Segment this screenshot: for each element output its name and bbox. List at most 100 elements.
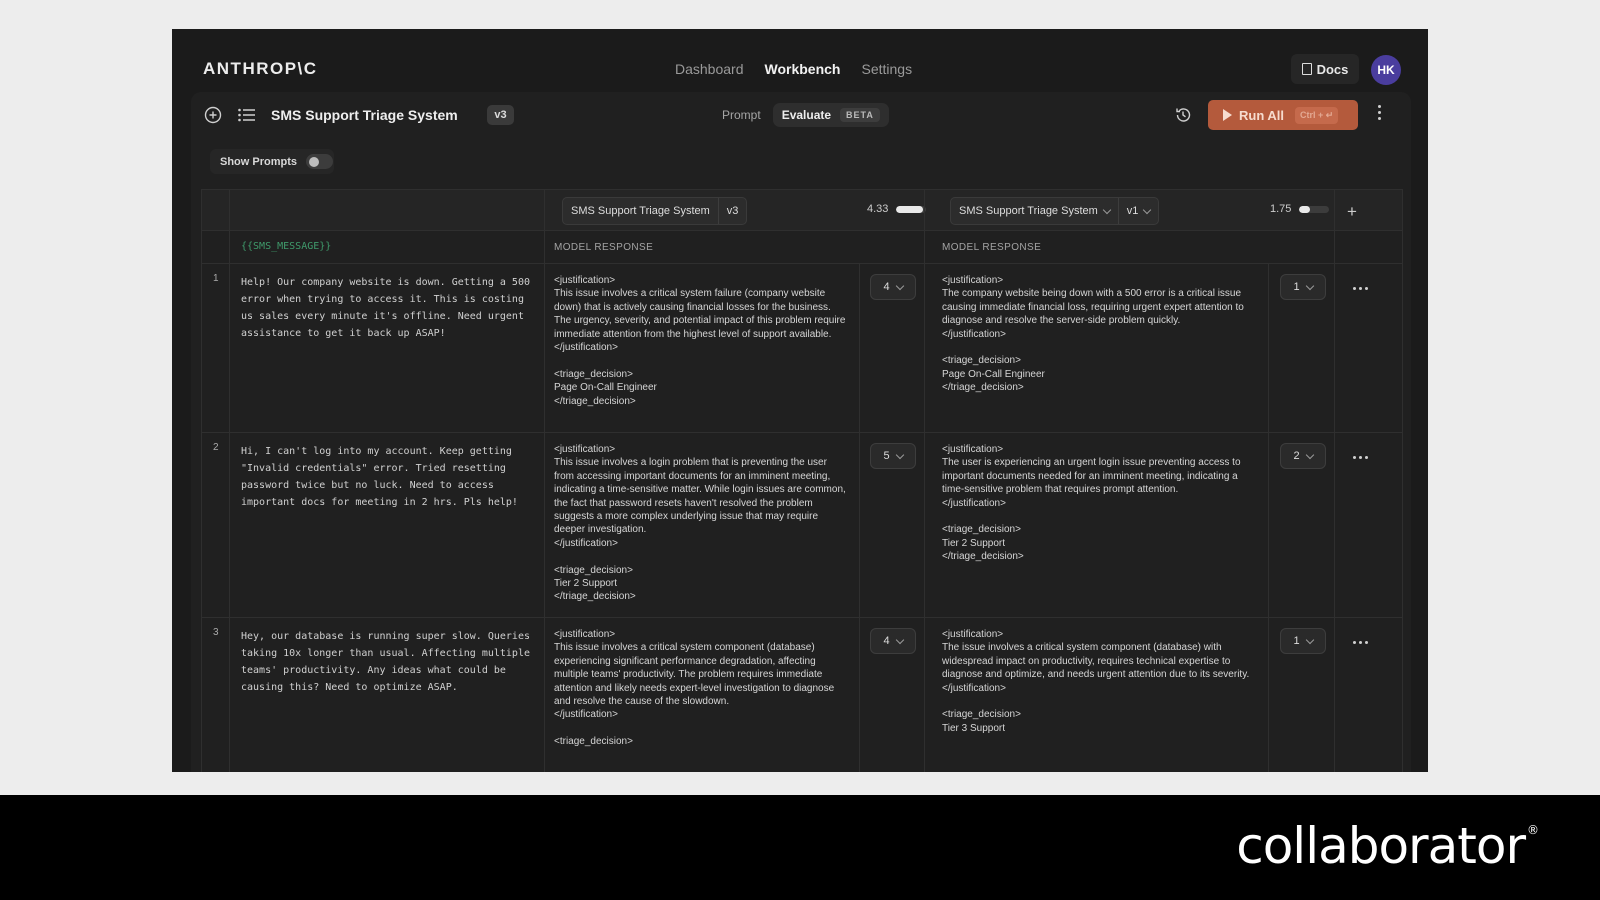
right-model-response: <justification> The company website bein… bbox=[942, 275, 1244, 394]
top-nav: Dashboard Workbench Settings bbox=[675, 61, 912, 77]
tab-evaluate-label: Evaluate bbox=[781, 108, 832, 122]
right-prompt-version: v1 bbox=[1126, 205, 1139, 217]
column-divider bbox=[544, 190, 545, 772]
beta-badge: BETA bbox=[840, 108, 880, 122]
grade-value: 5 bbox=[883, 450, 890, 462]
show-prompts-toggle[interactable] bbox=[306, 154, 334, 169]
grade-value: 1 bbox=[1293, 635, 1300, 647]
right-prompt-version-dropdown[interactable]: v1 bbox=[1117, 198, 1159, 224]
right-prompt-selector[interactable]: SMS Support Triage System v1 bbox=[950, 197, 1160, 225]
grade-value: 2 bbox=[1293, 450, 1300, 462]
version-badge[interactable]: v3 bbox=[487, 105, 514, 125]
chevron-down-icon bbox=[895, 635, 904, 644]
right-model-response: <justification> The user is experiencing… bbox=[942, 444, 1241, 563]
row-more-icon[interactable] bbox=[1353, 641, 1368, 644]
docs-button[interactable]: Docs bbox=[1291, 54, 1359, 84]
right-score-fill bbox=[1299, 205, 1310, 213]
variable-label: {{SMS_MESSAGE}} bbox=[241, 241, 332, 252]
run-all-button[interactable]: Run All Ctrl + ↵ bbox=[1208, 100, 1358, 130]
right-score-value: 1.75 bbox=[1270, 203, 1292, 215]
left-grade-select[interactable]: 4 bbox=[870, 274, 916, 300]
project-title[interactable]: SMS Support Triage System bbox=[271, 107, 458, 123]
left-grade-select[interactable]: 5 bbox=[870, 443, 916, 469]
chevron-down-icon bbox=[1102, 205, 1112, 214]
tab-evaluate[interactable]: Evaluate BETA bbox=[772, 103, 889, 127]
left-grade-select[interactable]: 4 bbox=[870, 628, 916, 654]
sms-message[interactable]: Help! Our company website is down. Getti… bbox=[241, 274, 541, 342]
avatar[interactable]: HK bbox=[1371, 55, 1401, 85]
docs-label: Docs bbox=[1316, 61, 1349, 77]
left-score-fill bbox=[896, 205, 923, 213]
sms-message[interactable]: Hi, I can't log into my account. Keep ge… bbox=[241, 443, 541, 511]
chevron-down-icon bbox=[1143, 205, 1152, 214]
column-divider bbox=[1334, 190, 1335, 772]
right-grade-select[interactable]: 1 bbox=[1280, 628, 1326, 654]
collaborator-logo: collaborator ® bbox=[1236, 817, 1539, 875]
app-window: ANTHROP\C Dashboard Workbench Settings D… bbox=[172, 29, 1428, 772]
table-row: 2 Hi, I can't log into my account. Keep … bbox=[202, 433, 1402, 618]
toolbar: SMS Support Triage System v3 Prompt Eval… bbox=[191, 92, 1411, 138]
chevron-down-icon bbox=[895, 450, 904, 459]
column-divider bbox=[859, 264, 860, 772]
row-number: 3 bbox=[213, 627, 219, 638]
row-more-icon[interactable] bbox=[1353, 456, 1368, 459]
document-icon bbox=[1301, 63, 1312, 75]
right-column-label: MODEL RESPONSE bbox=[942, 242, 1042, 253]
right-prompt-name: SMS Support Triage System bbox=[959, 205, 1098, 217]
row-more-icon[interactable] bbox=[1353, 287, 1368, 290]
tab-prompt[interactable]: Prompt bbox=[710, 108, 773, 122]
sms-message[interactable]: Hey, our database is running super slow.… bbox=[241, 628, 541, 696]
mode-tabs: Prompt Evaluate BETA bbox=[710, 100, 889, 130]
run-all-label: Run All bbox=[1239, 107, 1285, 123]
chevron-down-icon bbox=[895, 281, 904, 290]
column-divider bbox=[1268, 264, 1269, 772]
right-grade-select[interactable]: 2 bbox=[1280, 443, 1326, 469]
shortcut-hint: Ctrl + ↵ bbox=[1295, 106, 1339, 124]
footer-bar: collaborator ® bbox=[0, 795, 1600, 900]
workbench-panel: SMS Support Triage System v3 Prompt Eval… bbox=[191, 92, 1411, 772]
right-grade-select[interactable]: 1 bbox=[1280, 274, 1326, 300]
column-divider bbox=[924, 190, 925, 772]
collaborator-logo-text: collaborator bbox=[1236, 817, 1526, 875]
left-model-response: <justification> This issue involves a cr… bbox=[554, 275, 846, 407]
table-row: 3 Hey, our database is running super slo… bbox=[202, 618, 1402, 772]
show-prompts-label: Show Prompts bbox=[220, 155, 298, 168]
table-header: SMS Support Triage System v3 4.33 SMS Su… bbox=[202, 190, 1402, 231]
more-options-icon[interactable] bbox=[1376, 105, 1382, 120]
table-row: 1 Help! Our company website is down. Get… bbox=[202, 264, 1402, 433]
add-circle-icon[interactable] bbox=[203, 105, 223, 125]
left-prompt-selector[interactable]: SMS Support Triage System v3 bbox=[562, 197, 748, 225]
left-model-response: <justification> This issue involves a cr… bbox=[554, 629, 835, 748]
right-model-response: <justification> The issue involves a cri… bbox=[942, 629, 1250, 734]
nav-workbench[interactable]: Workbench bbox=[765, 61, 841, 77]
row-number: 2 bbox=[213, 442, 219, 453]
right-score: 1.75 bbox=[1270, 203, 1330, 215]
left-model-response: <justification> This issue involves a lo… bbox=[554, 444, 846, 603]
list-icon[interactable] bbox=[236, 105, 256, 125]
registered-mark: ® bbox=[1527, 823, 1539, 837]
chevron-down-icon bbox=[1305, 450, 1314, 459]
evaluation-table: SMS Support Triage System v3 4.33 SMS Su… bbox=[201, 189, 1403, 772]
show-prompts-control: Show Prompts bbox=[210, 149, 334, 174]
row-number: 1 bbox=[213, 273, 219, 284]
left-score-bar bbox=[896, 205, 927, 213]
left-score: 4.33 bbox=[867, 203, 927, 215]
grade-value: 1 bbox=[1293, 281, 1300, 293]
chevron-down-icon bbox=[1305, 635, 1314, 644]
history-icon[interactable] bbox=[1173, 105, 1193, 125]
play-icon bbox=[1223, 109, 1232, 121]
right-score-bar bbox=[1299, 205, 1330, 213]
left-column-label: MODEL RESPONSE bbox=[554, 242, 654, 253]
grade-value: 4 bbox=[883, 281, 890, 293]
right-prompt-name-dropdown[interactable]: SMS Support Triage System bbox=[951, 198, 1118, 224]
column-divider bbox=[229, 190, 230, 772]
grade-value: 4 bbox=[883, 635, 890, 647]
nav-settings[interactable]: Settings bbox=[861, 61, 912, 77]
chevron-down-icon bbox=[1305, 281, 1314, 290]
left-prompt-name[interactable]: SMS Support Triage System bbox=[563, 198, 718, 224]
nav-dashboard[interactable]: Dashboard bbox=[675, 61, 744, 77]
add-column-icon[interactable]: + bbox=[1347, 202, 1357, 222]
left-prompt-version[interactable]: v3 bbox=[717, 198, 747, 224]
left-score-value: 4.33 bbox=[867, 203, 889, 215]
column-labels: {{SMS_MESSAGE}} MODEL RESPONSE MODEL RES… bbox=[202, 231, 1402, 264]
